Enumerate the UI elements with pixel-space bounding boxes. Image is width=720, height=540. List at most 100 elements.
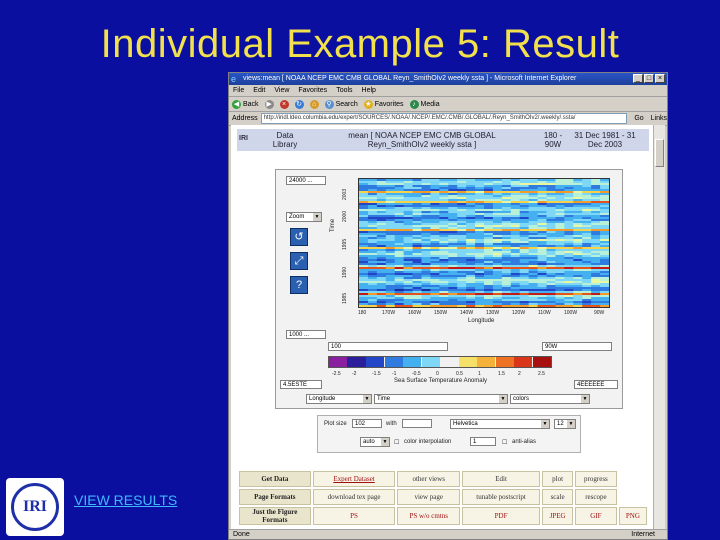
colorbar-tick: 1.5 (498, 371, 505, 377)
pdf-link[interactable]: PDF (462, 507, 541, 525)
menu-tools[interactable]: Tools (336, 85, 352, 96)
x-tick: 130W (486, 310, 500, 316)
get-data-heading: Get Data (239, 471, 311, 487)
ps-link[interactable]: PS (312, 507, 396, 525)
interpolation-checkbox[interactable]: ☐ (394, 439, 399, 446)
home-icon: ⌂ (309, 99, 319, 109)
gif-link[interactable]: GIF (575, 507, 617, 525)
zoom-select[interactable]: Zoom ▼ (286, 212, 322, 222)
stop-button[interactable]: × (279, 99, 289, 109)
font-select[interactable]: Helvetica ▼ (450, 419, 550, 429)
right-bound-field[interactable]: 90W (542, 342, 612, 351)
go-button[interactable]: Go (630, 115, 647, 122)
plot-size-input[interactable]: 102 (352, 419, 382, 428)
minimize-button[interactable]: _ (633, 74, 643, 83)
with-input[interactable] (402, 419, 432, 428)
refresh-button[interactable]: ↻ (294, 99, 304, 109)
colorbar-tick: 2.5 (538, 371, 545, 377)
window-title: views:mean [ NOAA NCEP EMC CMB GLOBAL Re… (243, 75, 577, 82)
plot-cell (600, 305, 609, 307)
plot-link[interactable]: plot (542, 471, 574, 487)
antialias-label: anti-alias (512, 439, 537, 445)
x-tick: 110W (538, 310, 551, 316)
font-size-select[interactable]: 12 ▼ (554, 419, 576, 429)
vertical-scrollbar[interactable] (653, 125, 665, 529)
media-icon: ♪ (409, 99, 419, 109)
back-button[interactable]: ◀ Back (232, 99, 259, 109)
close-button[interactable]: × (655, 74, 665, 83)
plot-cell (537, 305, 547, 307)
date-range[interactable]: 31 Dec 1981 - 31 Dec 2003 (567, 131, 643, 149)
png-link[interactable]: PNG (618, 507, 647, 525)
search-button[interactable]: ⚲ Search (324, 99, 358, 109)
bottom-bound-field[interactable]: 1000 ... (286, 330, 326, 339)
edit-link[interactable]: Edit (462, 471, 541, 487)
menu-file[interactable]: File (233, 85, 244, 96)
data-library-link[interactable]: Data Library (257, 131, 313, 149)
browser-window: e views:mean [ NOAA NCEP EMC CMB GLOBAL … (228, 72, 668, 540)
x-axis-label: Longitude (468, 318, 495, 324)
colorbar-tick: 2 (518, 371, 521, 377)
plot-size-label: Plot size (324, 421, 347, 427)
home-button[interactable]: ⌂ (309, 99, 319, 109)
colorbar-min-field[interactable]: 4.5ESTE (280, 380, 322, 389)
plot-cell (376, 305, 387, 307)
color-scale-select[interactable]: colors ▼ (510, 394, 590, 404)
y-axis-label: Time (330, 218, 336, 232)
address-input[interactable]: http://iridl.ldeo.columbia.edu/expert/SO… (260, 113, 628, 124)
top-bound-field[interactable]: 24000 ... (286, 176, 326, 185)
forward-button[interactable]: ▶ (264, 99, 274, 109)
menu-favorites[interactable]: Favorites (298, 85, 327, 96)
plot-cell (519, 305, 530, 307)
ps-no-comments-link[interactable]: PS w/o cmtns (397, 507, 461, 525)
links-button[interactable]: Links (651, 115, 667, 122)
zoom-region-button[interactable]: ⤢ (290, 252, 308, 270)
media-button[interactable]: ♪ Media (409, 99, 440, 109)
download-tex-page-link[interactable]: download tex page (312, 489, 396, 505)
colorbar-swatch (421, 357, 440, 367)
y-variable-select[interactable]: Time ▼ (374, 394, 508, 404)
view-results-link[interactable]: VIEW RESULTS (74, 492, 177, 508)
chevron-down-icon: ▼ (499, 395, 507, 403)
maximize-button[interactable]: □ (644, 74, 654, 83)
antialias-checkbox[interactable]: ☐ (502, 439, 507, 446)
hovmoller-plot[interactable] (358, 178, 610, 308)
colorbar-max-field[interactable]: 4EEEEEE (574, 380, 618, 389)
y-tick: 1995 (342, 238, 348, 250)
plot-cell (457, 305, 467, 307)
tunable-postscript-link[interactable]: tunable postscript (462, 489, 541, 505)
progress-link[interactable]: progress (575, 471, 617, 487)
scale-link[interactable]: scale (542, 489, 574, 505)
x-variable-select[interactable]: Longitude ▼ (306, 394, 372, 404)
rescope-link[interactable]: rescope (575, 489, 617, 505)
longitude-range[interactable]: 180 - 90W (543, 131, 563, 149)
other-views-link[interactable]: other views (397, 471, 461, 487)
auto-select[interactable]: auto ▼ (360, 437, 390, 447)
undo-zoom-button[interactable]: ↺ (290, 228, 308, 246)
chevron-down-icon: ▼ (363, 395, 371, 403)
dataset-title[interactable]: mean [ NOAA NCEP EMC CMB GLOBAL Reyn_Smi… (327, 131, 517, 149)
menu-edit[interactable]: Edit (253, 85, 265, 96)
menu-view[interactable]: View (274, 85, 289, 96)
table-row: Page Formats download tex page view page… (239, 489, 647, 505)
refresh-icon: ↻ (294, 99, 304, 109)
scrollbar-thumb[interactable] (655, 139, 664, 167)
plot-cell (582, 305, 592, 307)
view-page-link[interactable]: view page (397, 489, 461, 505)
plot-cell (546, 305, 556, 307)
favorites-button[interactable]: ★ Favorites (363, 99, 404, 109)
colorbar-swatch (384, 357, 403, 367)
chevron-down-icon: ▼ (313, 213, 321, 221)
left-bound-field[interactable]: 100 (328, 342, 448, 351)
colorbar-swatch (347, 357, 366, 367)
plot-cell (367, 305, 378, 307)
colorbar-swatch (402, 357, 422, 367)
menu-help[interactable]: Help (362, 85, 376, 96)
links-table: Get Data Expert Dataset other views Edit… (237, 469, 649, 527)
jpeg-link[interactable]: JPEG (542, 507, 574, 525)
plot-cell (528, 305, 539, 307)
plot-cell (421, 305, 431, 307)
expert-dataset-link[interactable]: Expert Dataset (312, 471, 396, 487)
help-button[interactable]: ? (290, 276, 308, 294)
interpolation-input[interactable]: 1 (470, 437, 496, 446)
